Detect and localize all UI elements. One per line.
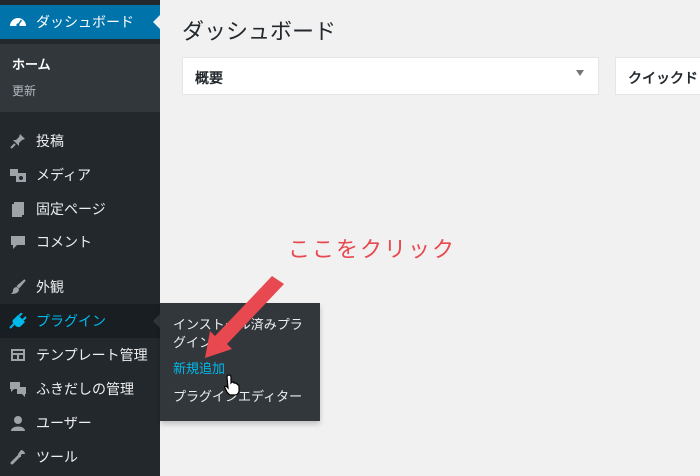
plugin-icon — [0, 313, 36, 329]
user-icon — [0, 415, 36, 431]
pin-icon — [0, 133, 36, 149]
gauge-icon — [0, 14, 36, 30]
sidebar-item-label: 固定ページ — [36, 202, 106, 218]
hand-cursor-icon — [224, 374, 240, 396]
comment-icon — [0, 234, 36, 250]
sidebar-item-template-manager[interactable]: テンプレート管理 — [0, 338, 160, 372]
page-icon — [0, 201, 36, 217]
media-icon — [0, 167, 36, 183]
dashboard-submenu: ホーム 更新 — [0, 44, 160, 112]
panel-title: 概要 — [195, 71, 223, 87]
template-icon — [0, 347, 36, 363]
sidebar-item-label: ダッシュボード — [36, 15, 134, 31]
sidebar-item-users[interactable]: ユーザー — [0, 406, 160, 440]
sidebar-item-label: プラグイン — [36, 314, 106, 330]
sidebar-item-media[interactable]: メディア — [0, 158, 160, 192]
chevron-down-icon[interactable] — [576, 70, 584, 76]
admin-sidebar: ダッシュボード ホーム 更新 投稿 メディア 固定ページ コメント 外観 プラグ… — [0, 0, 160, 476]
sidebar-item-appearance[interactable]: 外観 — [0, 270, 160, 304]
sidebar-item-posts[interactable]: 投稿 — [0, 124, 160, 158]
sidebar-item-balloon-manager[interactable]: ふきだしの管理 — [0, 372, 160, 406]
sidebar-item-label: テンプレート管理 — [36, 348, 148, 364]
sidebar-item-label: 外観 — [36, 280, 64, 296]
brush-icon — [0, 279, 36, 295]
sidebar-item-tools[interactable]: ツール — [0, 440, 160, 474]
balloon-icon — [0, 381, 36, 397]
sidebar-item-comments[interactable]: コメント — [0, 225, 160, 259]
sidebar-item-pages[interactable]: 固定ページ — [0, 192, 160, 226]
sidebar-item-label: ユーザー — [36, 416, 92, 432]
page-title: ダッシュボード — [182, 20, 337, 45]
annotation-text: ここをクリック — [288, 238, 457, 263]
at-a-glance-panel: 概要 — [182, 57, 599, 95]
sidebar-item-plugins[interactable]: プラグイン — [0, 304, 160, 338]
flyout-item-installed-plugins[interactable]: インストール済みプラグイン — [173, 317, 313, 353]
plugins-flyout-menu: インストール済みプラグイン 新規追加 プラグインエディター — [160, 303, 320, 421]
sidebar-item-label: メディア — [36, 168, 92, 184]
current-menu-arrow — [153, 15, 160, 29]
flyout-item-add-new[interactable]: 新規追加 — [173, 361, 225, 379]
wrench-icon — [0, 449, 36, 465]
submenu-home[interactable]: ホーム — [12, 54, 51, 73]
quick-draft-panel: クイックド — [615, 57, 700, 95]
sidebar-item-label: 投稿 — [36, 134, 64, 150]
sidebar-item-label: ツール — [36, 450, 78, 466]
sidebar-item-dashboard[interactable]: ダッシュボード — [0, 5, 160, 39]
flyout-arrow — [153, 314, 160, 328]
panel-title: クイックド — [628, 71, 698, 87]
sidebar-item-label: ふきだしの管理 — [36, 382, 134, 398]
sidebar-item-label: コメント — [36, 235, 92, 251]
submenu-updates[interactable]: 更新 — [12, 82, 36, 99]
